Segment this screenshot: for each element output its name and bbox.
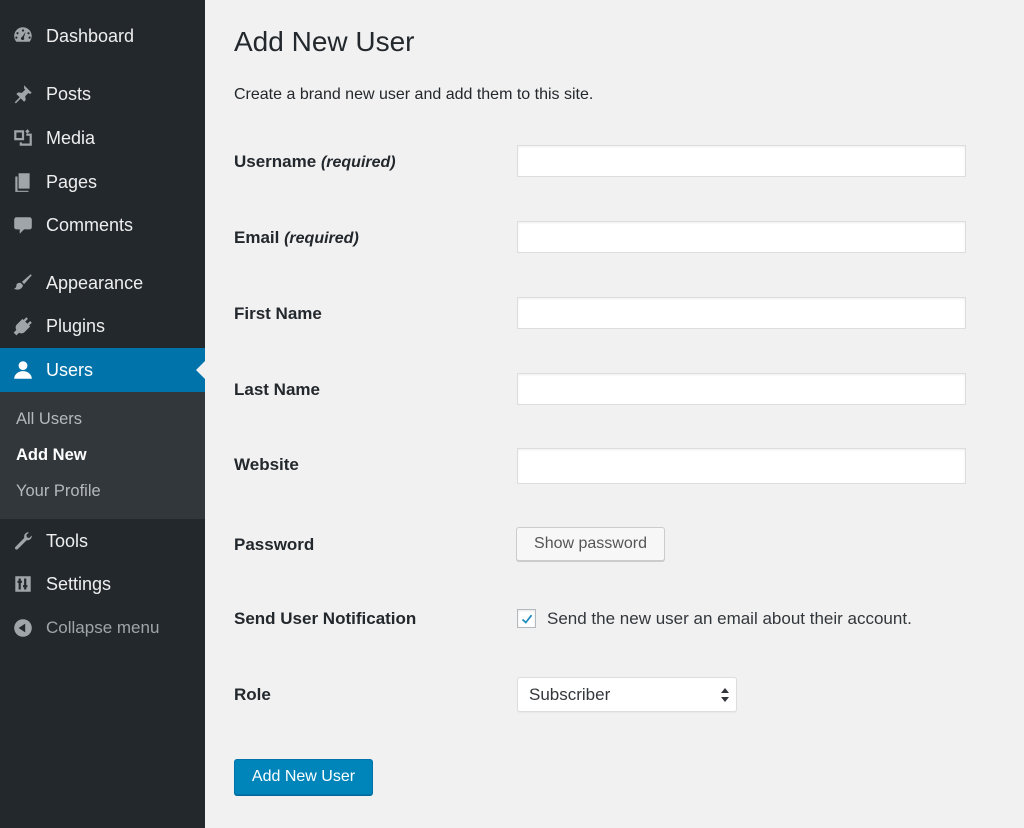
sidebar-item-tools[interactable]: Tools (0, 519, 205, 563)
brush-icon (12, 272, 34, 294)
sidebar-item-label: Tools (46, 530, 89, 551)
website-input[interactable] (517, 448, 966, 484)
sidebar-item-label: Dashboard (46, 25, 135, 46)
sidebar-item-settings[interactable]: Settings (0, 562, 205, 606)
email-label: Email (required) (234, 228, 359, 247)
sidebar-item-label: Users (46, 359, 94, 380)
media-icon (12, 127, 34, 149)
submenu-item-your-profile[interactable]: Your Profile (16, 482, 101, 501)
sidebar-item-appearance[interactable]: Appearance (0, 261, 205, 305)
sidebar-item-media[interactable]: Media (0, 116, 205, 160)
role-select[interactable]: Subscriber (517, 677, 737, 712)
email-input[interactable] (517, 221, 966, 253)
sidebar-item-plugins[interactable]: Plugins (0, 304, 205, 348)
role-selected-value: Subscriber (529, 684, 611, 704)
username-label: Username (required) (234, 152, 396, 171)
user-icon (12, 359, 34, 381)
checkmark-icon (521, 614, 532, 624)
select-arrows-icon (721, 687, 729, 702)
last-name-label: Last Name (234, 380, 320, 399)
admin-sidebar: Dashboard Posts Media Pages Comments App… (0, 0, 205, 828)
submenu-item-add-new[interactable]: Add New (16, 446, 87, 465)
send-notification-text: Send the new user an email about their a… (547, 609, 912, 628)
first-name-input[interactable] (517, 297, 966, 329)
collapse-icon (12, 617, 34, 639)
sidebar-item-label: Posts (46, 83, 92, 104)
role-label: Role (234, 685, 271, 704)
sidebar-item-label: Pages (46, 171, 98, 192)
sidebar-item-pages[interactable]: Pages (0, 160, 205, 204)
sidebar-item-label: Media (46, 127, 96, 148)
sidebar-item-label: Settings (46, 573, 112, 594)
sidebar-item-posts[interactable]: Posts (0, 72, 205, 116)
page-description: Create a brand new user and add them to … (234, 86, 594, 103)
sliders-icon (12, 573, 34, 595)
send-notification-checkbox[interactable] (517, 609, 536, 628)
sidebar-item-comments[interactable]: Comments (0, 203, 205, 247)
sidebar-item-dashboard[interactable]: Dashboard (0, 14, 205, 58)
collapse-menu-button[interactable]: Collapse menu (0, 606, 205, 650)
username-input[interactable] (517, 145, 966, 177)
users-submenu: All Users Add New Your Profile (0, 392, 205, 519)
page-title: Add New User (234, 26, 415, 57)
sidebar-item-label: Appearance (46, 272, 144, 293)
pages-icon (12, 171, 34, 193)
plug-icon (12, 315, 34, 337)
sidebar-item-label: Comments (46, 214, 134, 235)
website-label: Website (234, 455, 299, 474)
collapse-menu-label: Collapse menu (46, 618, 160, 637)
first-name-label: First Name (234, 304, 322, 323)
submenu-item-all-users[interactable]: All Users (16, 410, 82, 429)
add-new-user-button[interactable]: Add New User (234, 759, 373, 795)
password-label: Password (234, 535, 315, 554)
comment-icon (12, 214, 34, 236)
send-notification-label: Send User Notification (234, 609, 417, 628)
sidebar-item-users[interactable]: Users (0, 348, 205, 392)
last-name-input[interactable] (517, 373, 966, 405)
sidebar-item-label: Plugins (46, 315, 106, 336)
wrench-icon (12, 530, 34, 552)
show-password-button[interactable]: Show password (516, 527, 665, 561)
pin-icon (12, 83, 34, 105)
dashboard-icon (12, 25, 34, 47)
